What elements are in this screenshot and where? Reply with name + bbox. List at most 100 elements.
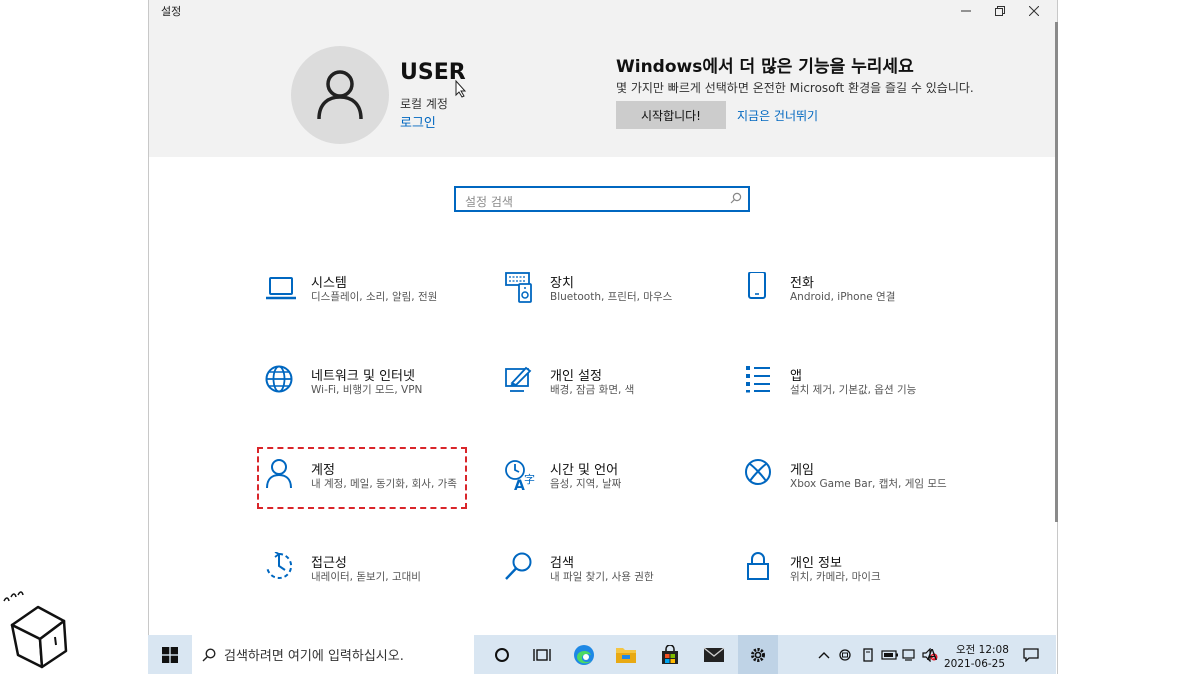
restore-icon bbox=[995, 6, 1005, 16]
close-icon bbox=[1029, 6, 1039, 16]
edge-browser-icon bbox=[574, 644, 594, 665]
category-desc: 음성, 지역, 날짜 bbox=[550, 478, 622, 490]
category-desc: 위치, 카메라, 마이크 bbox=[790, 571, 881, 583]
category-network[interactable]: 네트워크 및 인터넷 Wi-Fi, 비행기 모드, VPN bbox=[265, 365, 495, 421]
login-link[interactable]: 로그인 bbox=[400, 112, 436, 131]
store-button[interactable] bbox=[650, 635, 690, 674]
restore-button[interactable] bbox=[983, 0, 1017, 22]
meet-now-icon bbox=[839, 648, 851, 661]
settings-window: 설정 USER 로컬 계정 로그인 Windows에서 더 많은 기능을 누리세… bbox=[148, 0, 1058, 674]
edge-taskbar-button[interactable] bbox=[564, 635, 604, 674]
account-type: 로컬 계정 bbox=[400, 97, 448, 111]
category-desc: 내 파일 찾기, 사용 권한 bbox=[550, 571, 654, 583]
taskbar-search-input[interactable]: 검색하려면 여기에 입력하십시오. bbox=[192, 635, 474, 674]
globe-icon bbox=[265, 365, 293, 393]
category-title: 전화 bbox=[790, 276, 814, 291]
category-title: 개인 설정 bbox=[550, 369, 602, 384]
cortana-icon bbox=[495, 647, 509, 662]
mail-button[interactable] bbox=[694, 635, 734, 674]
category-desc: 설치 제거, 기본값, 옵션 기능 bbox=[790, 384, 917, 396]
search-icon bbox=[202, 648, 216, 662]
accessibility-icon bbox=[266, 552, 293, 579]
category-phone[interactable]: 전화 Android, iPhone 연결 bbox=[744, 272, 974, 328]
account-header: USER 로컬 계정 로그인 Windows에서 더 많은 기능을 누리세요 몇… bbox=[149, 22, 1057, 157]
gear-icon bbox=[751, 647, 765, 662]
task-view-icon bbox=[533, 648, 551, 661]
category-title: 네트워크 및 인터넷 bbox=[311, 369, 415, 384]
battery-icon bbox=[881, 649, 898, 660]
usb-drive-icon bbox=[863, 647, 873, 662]
category-desc: 배경, 잠금 화면, 색 bbox=[550, 384, 635, 396]
scrollbar[interactable] bbox=[1055, 22, 1058, 522]
category-desc: Xbox Game Bar, 캡처, 게임 모드 bbox=[790, 478, 947, 490]
category-title: 앱 bbox=[790, 369, 802, 384]
phone-icon bbox=[748, 272, 766, 299]
notification-icon bbox=[1023, 647, 1039, 662]
settings-search-input[interactable]: 설정 검색 bbox=[454, 186, 750, 212]
category-accessibility[interactable]: 접근성 내레이터, 돋보기, 고대비 bbox=[265, 552, 495, 608]
cube-logo-icon bbox=[3, 591, 68, 669]
category-desc: 디스플레이, 소리, 알림, 전원 bbox=[311, 291, 438, 303]
file-explorer-button[interactable] bbox=[606, 635, 646, 674]
chevron-up-icon bbox=[818, 651, 830, 658]
promo-title: Windows에서 더 많은 기능을 누리세요 bbox=[616, 57, 914, 77]
skip-link[interactable]: 지금은 건너뛰기 bbox=[737, 107, 818, 124]
devices-icon bbox=[505, 272, 532, 303]
time-language-icon: A 字 bbox=[505, 460, 535, 493]
clock-date[interactable]: 2021-06-25 bbox=[944, 658, 1005, 670]
title-bar[interactable]: 설정 bbox=[149, 0, 1057, 22]
category-apps[interactable]: 앱 설치 제거, 기본값, 옵션 기능 bbox=[744, 365, 974, 421]
settings-taskbar-button[interactable] bbox=[738, 635, 778, 674]
network-icon bbox=[902, 648, 915, 661]
search-placeholder: 설정 검색 bbox=[465, 195, 513, 209]
svg-text:字: 字 bbox=[524, 472, 535, 486]
category-title: 장치 bbox=[550, 276, 574, 291]
taskbar-search-placeholder: 검색하려면 여기에 입력하십시오. bbox=[224, 649, 404, 664]
folder-icon bbox=[616, 647, 636, 663]
lock-icon bbox=[747, 552, 769, 580]
search-icon bbox=[505, 552, 532, 580]
start-button[interactable]: 시작합니다! bbox=[616, 101, 726, 129]
laptop-icon bbox=[266, 277, 296, 300]
category-title: 접근성 bbox=[311, 556, 347, 571]
taskbar: 검색하려면 여기에 입력하십시오. A 오전 12:08 2021-06-25 bbox=[148, 635, 1056, 674]
tray-overflow-button[interactable] bbox=[814, 635, 834, 674]
avatar bbox=[291, 46, 389, 144]
minimize-button[interactable] bbox=[949, 0, 983, 22]
mouse-cursor-icon bbox=[455, 80, 467, 98]
cortana-button[interactable] bbox=[482, 635, 522, 674]
category-devices[interactable]: 장치 Bluetooth, 프린터, 마우스 bbox=[504, 272, 734, 328]
mail-icon bbox=[703, 646, 725, 662]
ime-indicator[interactable]: A bbox=[924, 646, 940, 664]
task-view-button[interactable] bbox=[522, 635, 562, 674]
tray-meet-now[interactable] bbox=[836, 635, 856, 674]
category-time-language[interactable]: A 字 시간 및 언어 음성, 지역, 날짜 bbox=[504, 459, 734, 515]
promo-subtitle: 몇 가지만 빠르게 선택하면 온전한 Microsoft 환경을 즐길 수 있습… bbox=[616, 81, 974, 95]
category-desc: Wi-Fi, 비행기 모드, VPN bbox=[311, 384, 423, 396]
tray-usb[interactable] bbox=[858, 635, 878, 674]
category-desc: 내레이터, 돋보기, 고대비 bbox=[311, 571, 421, 583]
tray-battery[interactable] bbox=[880, 635, 900, 674]
apps-list-icon bbox=[746, 366, 770, 393]
category-privacy[interactable]: 개인 정보 위치, 카메라, 마이크 bbox=[744, 552, 974, 608]
category-title: 시스템 bbox=[311, 276, 347, 291]
category-title: 검색 bbox=[550, 556, 574, 571]
close-button[interactable] bbox=[1017, 0, 1051, 22]
category-title: 개인 정보 bbox=[790, 556, 842, 571]
window-title: 설정 bbox=[161, 5, 182, 18]
category-personalization[interactable]: 개인 설정 배경, 잠금 화면, 색 bbox=[504, 365, 734, 421]
accounts-highlight-box bbox=[257, 447, 467, 509]
category-gaming[interactable]: 게임 Xbox Game Bar, 캡처, 게임 모드 bbox=[744, 459, 974, 515]
category-title: 시간 및 언어 bbox=[550, 463, 619, 478]
category-search[interactable]: 검색 내 파일 찾기, 사용 권한 bbox=[504, 552, 734, 608]
xbox-icon bbox=[745, 459, 771, 485]
tray-network[interactable] bbox=[900, 635, 920, 674]
start-button[interactable] bbox=[148, 635, 192, 674]
windows-logo-icon bbox=[162, 646, 178, 663]
user-avatar-icon bbox=[317, 70, 363, 120]
clock-time[interactable]: 오전 12:08 bbox=[956, 642, 1009, 657]
search-icon bbox=[730, 192, 742, 204]
notification-center-button[interactable] bbox=[1016, 635, 1046, 674]
personalization-icon bbox=[505, 366, 532, 392]
category-system[interactable]: 시스템 디스플레이, 소리, 알림, 전원 bbox=[265, 272, 495, 328]
